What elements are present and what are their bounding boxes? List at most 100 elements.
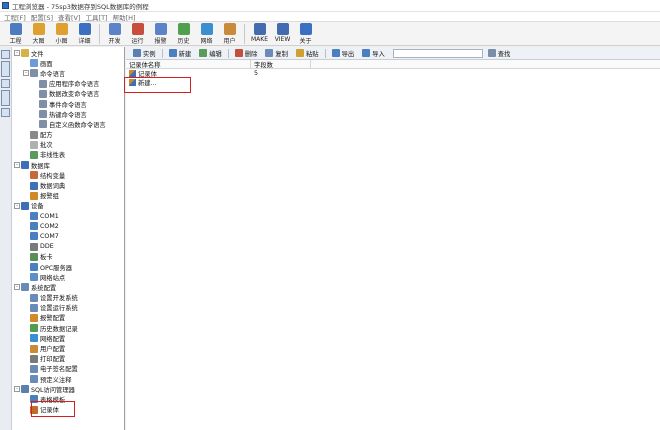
content-button-label: 导入 — [372, 50, 385, 58]
tree-node[interactable]: 自定义函数命令语言 — [12, 119, 124, 129]
tree-node-icon — [30, 212, 38, 221]
tree-node-icon — [30, 171, 38, 180]
tree-node[interactable]: 事件命令语言 — [12, 99, 124, 109]
tree-node[interactable]: 数据词典 — [12, 180, 124, 190]
tree-expander[interactable]: - — [14, 284, 20, 291]
tree-node[interactable]: 设置运行系统 — [12, 303, 124, 313]
toolbar-button-11[interactable]: VIEW — [271, 22, 294, 46]
tree-node[interactable]: 结构变量 — [12, 170, 124, 180]
tree-node[interactable]: - 命令语言 — [12, 68, 124, 78]
tree-node[interactable]: COM1 — [12, 211, 124, 221]
content-button-1[interactable]: 新建 — [166, 49, 195, 58]
toolbar-button-1[interactable]: 大图 — [27, 22, 50, 46]
tree-node-label: 报警组 — [40, 193, 59, 201]
tree-node[interactable]: 应用程序命令语言 — [12, 79, 124, 89]
toolbar-button-12[interactable]: 关于 — [294, 22, 317, 46]
tree-expander[interactable]: - — [14, 202, 20, 209]
content-button-3[interactable]: 删除 — [232, 49, 261, 58]
tree-node[interactable]: 配方 — [12, 130, 124, 140]
tree-node-label: 命令语言 — [40, 70, 66, 78]
menu-item-2[interactable]: 查看[V] — [58, 12, 81, 22]
content-button-label: 新建 — [178, 50, 192, 58]
toolbar-button-2[interactable]: 小图 — [50, 22, 73, 46]
title-bar: 工程浏览器 - 75sp3数据存到SQL数据库的例程 — [0, 0, 660, 12]
content-toolbar: 实例 新建 编辑 删除 复制 粘贴 导出 导入 查找 — [126, 47, 660, 60]
tree-node[interactable]: - 数据库 — [12, 160, 124, 170]
toolbar-button-4[interactable]: 开发 — [103, 22, 126, 46]
left-tab-2[interactable] — [1, 79, 10, 88]
content-button-2[interactable]: 编辑 — [196, 49, 225, 58]
search-button[interactable]: 查找 — [485, 49, 514, 58]
toolbar-label: 用户 — [223, 38, 236, 45]
tree-node[interactable]: 用户配置 — [12, 343, 124, 353]
tree-node[interactable]: 非线性表 — [12, 150, 124, 160]
tree-node-label: 电子签名配置 — [40, 366, 78, 374]
menu-item-0[interactable]: 工程[F] — [4, 12, 26, 22]
tree-node-icon — [30, 191, 38, 200]
tree-expander[interactable]: - — [23, 70, 29, 77]
tree-node[interactable]: COM2 — [12, 221, 124, 231]
tree-node[interactable]: 数据改变命令语言 — [12, 89, 124, 99]
tree-node[interactable]: 设置开发系统 — [12, 293, 124, 303]
tree-node-icon — [30, 140, 38, 149]
tree-node-label: 画面 — [40, 60, 53, 68]
toolbar-button-7[interactable]: 历史 — [172, 22, 195, 46]
table-row[interactable]: 新建... — [126, 78, 660, 87]
toolbar-button-8[interactable]: 网络 — [195, 22, 218, 46]
table-row[interactable]: 记录体 5 — [126, 69, 660, 78]
tree-expander[interactable]: - — [14, 386, 20, 393]
toolbar-button-9[interactable]: 用户 — [218, 22, 241, 46]
tree-node-label: 打印配置 — [40, 356, 66, 364]
tree-expander[interactable]: - — [14, 162, 20, 169]
toolbar-button-6[interactable]: 报警 — [149, 22, 172, 46]
tree-node[interactable]: DDE — [12, 242, 124, 252]
toolbar-button-3[interactable]: 详细 — [73, 22, 96, 46]
content-button-6[interactable]: 导出 — [329, 49, 358, 58]
tree-node-label: 用户配置 — [40, 346, 66, 354]
tree-node[interactable]: 预定义注释 — [12, 374, 124, 384]
content-button-4[interactable]: 复制 — [262, 49, 291, 58]
left-tab-0[interactable] — [1, 50, 10, 59]
tree-node[interactable]: 电子签名配置 — [12, 364, 124, 374]
tree-node[interactable]: 画面 — [12, 58, 124, 68]
content-button-7[interactable]: 导入 — [359, 49, 388, 58]
tree-node[interactable]: 打印配置 — [12, 354, 124, 364]
tree-node-icon — [30, 375, 38, 384]
tree-node[interactable]: 报警配置 — [12, 313, 124, 323]
tree-node-label: 数据库 — [31, 162, 50, 170]
tree-node[interactable]: OPC服务器 — [12, 262, 124, 272]
left-tab-3[interactable] — [1, 90, 10, 106]
toolbar-button-0[interactable]: 工程 — [4, 22, 27, 46]
tree-node-label: 设置运行系统 — [40, 305, 78, 313]
menu-item-4[interactable]: 帮助[H] — [113, 12, 136, 22]
toolbar-button-5[interactable]: 运行 — [126, 22, 149, 46]
tree-node-icon — [21, 385, 29, 394]
tree-node[interactable]: - 文件 — [12, 48, 124, 58]
column-header-fields[interactable]: 字段数 — [251, 60, 311, 69]
tree-node[interactable]: 热键命令语言 — [12, 109, 124, 119]
tree-node[interactable]: - SQL访问管理器 — [12, 384, 124, 394]
left-tab-4[interactable] — [1, 108, 10, 117]
tree-node[interactable]: - 设备 — [12, 201, 124, 211]
tree-node[interactable]: 批次 — [12, 140, 124, 150]
tree-node[interactable]: 板卡 — [12, 252, 124, 262]
search-input[interactable] — [392, 48, 483, 58]
toolbar-button-10[interactable]: MAKE — [248, 22, 271, 46]
menu-bar: 工程[F] 配置[S] 查看[V] 工具[T] 帮助[H] — [0, 12, 660, 22]
column-header-name[interactable]: 记录体名称 — [126, 60, 251, 69]
tree-node[interactable]: 网络配置 — [12, 333, 124, 343]
menu-item-3[interactable]: 工具[T] — [86, 12, 108, 22]
tree-node[interactable]: - 系统配置 — [12, 282, 124, 292]
tree-node[interactable]: COM7 — [12, 231, 124, 241]
project-tree[interactable]: - 文件画面 - 命令语言 应用程序命令语言 数据改变命令语言 事件命令语言 热键命令语言 自定… — [12, 47, 125, 430]
tree-node[interactable]: 网络站点 — [12, 272, 124, 282]
highlight-record-node — [31, 401, 75, 417]
tree-node[interactable]: 报警组 — [12, 191, 124, 201]
content-button-0[interactable]: 实例 — [130, 49, 159, 58]
tree-node[interactable]: 历史数据记录 — [12, 323, 124, 333]
left-tab-1[interactable] — [1, 61, 10, 77]
tree-node-label: 预定义注释 — [40, 376, 72, 384]
tree-expander[interactable]: - — [14, 50, 20, 57]
menu-item-1[interactable]: 配置[S] — [31, 12, 53, 22]
content-button-5[interactable]: 粘贴 — [293, 49, 322, 58]
